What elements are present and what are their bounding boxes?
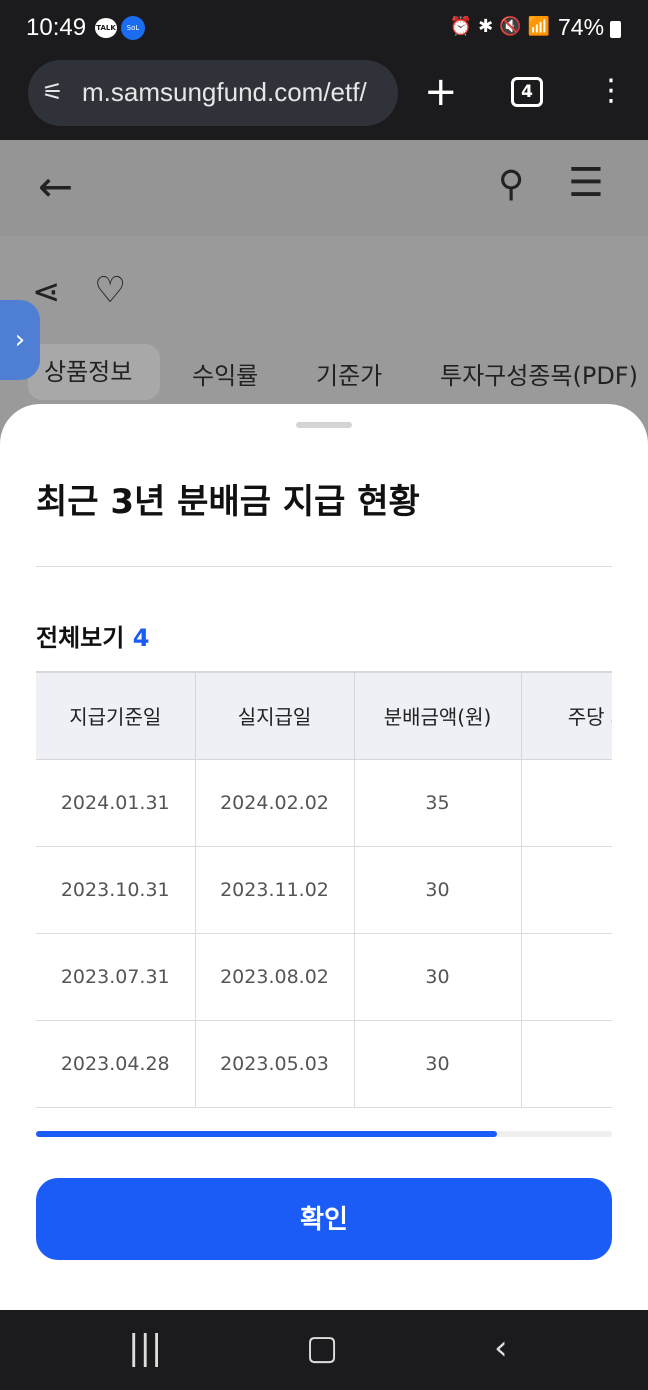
cell-amount: 30 [354, 1020, 522, 1108]
view-all-count: 전체보기 4 [36, 618, 149, 653]
table-row: 2023.04.28 2023.05.03 30 [36, 1020, 612, 1108]
table-header-row: 지급기준일 실지급일 분배금액(원) 주당 과 [36, 673, 612, 760]
cell-taxable [521, 759, 612, 847]
cell-payment-date: 2024.02.02 [195, 759, 355, 847]
table-row: 2024.01.31 2024.02.02 35 [36, 759, 612, 847]
address-bar[interactable]: ⚟ m.samsungfund.com/etf/ [28, 60, 398, 126]
cell-amount: 30 [354, 846, 522, 934]
tab-pdf-holdings[interactable]: 투자구성종목(PDF) [440, 356, 638, 391]
new-tab-button[interactable]: + [424, 70, 458, 114]
sheet-title: 최근 3년 분배금 지급 현황 [36, 482, 420, 522]
side-drawer-handle[interactable]: › [0, 300, 40, 380]
distribution-bottom-sheet: 최근 3년 분배금 지급 현황 전체보기 4 지급기준일 실지급일 분배금액(원… [0, 404, 648, 1310]
cell-amount: 35 [354, 759, 522, 847]
share-icon[interactable]: ⋖ [32, 272, 61, 312]
table-row: 2023.07.31 2023.08.02 30 [36, 933, 612, 1021]
count-label: 전체보기 [36, 624, 125, 652]
tab-nav-price[interactable]: 기준가 [316, 356, 382, 391]
cell-payment-date: 2023.11.02 [195, 846, 355, 934]
cell-record-date: 2024.01.31 [36, 759, 196, 847]
table-row: 2023.10.31 2023.11.02 30 [36, 846, 612, 934]
distribution-table-scroller[interactable]: 지급기준일 실지급일 분배금액(원) 주당 과 2024.01.31 2024.… [36, 671, 612, 1109]
count-value: 4 [132, 624, 150, 652]
status-time: 10:49 [26, 14, 87, 41]
sheet-drag-handle[interactable] [296, 422, 352, 428]
url-text: m.samsungfund.com/etf/ [82, 77, 367, 107]
more-menu-icon[interactable]: ⋮ [596, 72, 626, 110]
browser-toolbar: ⚟ m.samsungfund.com/etf/ + 4 ⋮ [0, 58, 648, 140]
kakaotalk-icon: TALK [95, 18, 117, 38]
tab-switcher-button[interactable]: 4 [511, 77, 543, 107]
col-header-amount: 분배금액(원) [354, 673, 522, 760]
col-header-record-date: 지급기준일 [36, 673, 196, 760]
cell-record-date: 2023.10.31 [36, 846, 196, 934]
search-icon[interactable]: ⚲ [498, 164, 524, 205]
battery-level: 74% [558, 14, 605, 40]
sol-app-icon: SoL [121, 16, 145, 40]
title-divider [36, 566, 612, 567]
cell-taxable [521, 933, 612, 1021]
distribution-table: 지급기준일 실지급일 분배금액(원) 주당 과 2024.01.31 2024.… [36, 673, 612, 1108]
cell-payment-date: 2023.08.02 [195, 933, 355, 1021]
product-tabs: 상품정보 수익률 기준가 투자구성종목(PDF) [0, 344, 648, 400]
cell-amount: 30 [354, 933, 522, 1021]
page-header: ← ⚲ ☰ [0, 140, 648, 236]
confirm-button[interactable]: 확인 [36, 1178, 612, 1260]
system-status-icons: ⏰✱🔇📶 [449, 16, 556, 37]
scrollbar-thumb[interactable] [36, 1131, 497, 1137]
col-header-payment-date: 실지급일 [195, 673, 355, 760]
recent-apps-icon[interactable]: ||| [128, 1328, 162, 1368]
tab-product-info[interactable]: 상품정보 [28, 344, 160, 400]
back-arrow-icon[interactable]: ← [38, 162, 73, 211]
system-nav-bar: ||| ▢ ‹ [0, 1310, 648, 1390]
favorite-heart-icon[interactable]: ♡ [94, 270, 126, 311]
tab-returns[interactable]: 수익률 [192, 356, 258, 391]
cell-taxable [521, 846, 612, 934]
cell-record-date: 2023.04.28 [36, 1020, 196, 1108]
cell-record-date: 2023.07.31 [36, 933, 196, 1021]
battery-icon [610, 21, 621, 38]
col-header-taxable: 주당 과 [521, 673, 612, 760]
cell-payment-date: 2023.05.03 [195, 1020, 355, 1108]
hamburger-menu-icon[interactable]: ☰ [568, 160, 604, 206]
horizontal-scrollbar[interactable] [36, 1131, 612, 1137]
nav-back-icon[interactable]: ‹ [494, 1328, 508, 1368]
home-icon[interactable]: ▢ [306, 1328, 338, 1368]
cell-taxable [521, 1020, 612, 1108]
chevron-right-icon: › [14, 325, 26, 355]
status-bar: 10:49 TALK SoL ⏰✱🔇📶 74% [0, 0, 648, 58]
site-settings-icon[interactable]: ⚟ [42, 78, 64, 106]
